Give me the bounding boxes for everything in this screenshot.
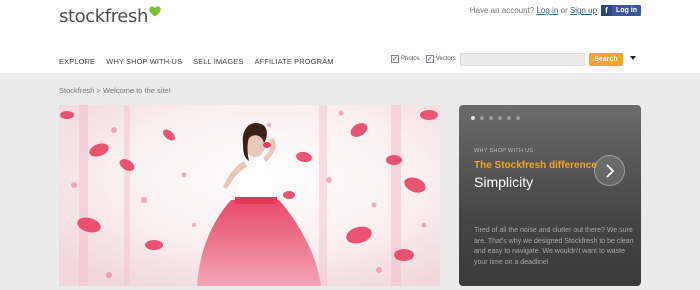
search-input[interactable]	[460, 53, 585, 66]
chevron-down-icon[interactable]	[630, 56, 636, 60]
facebook-icon: f	[601, 5, 612, 16]
vectors-checkbox[interactable]: ✓	[425, 55, 434, 63]
slider-dot[interactable]	[507, 116, 511, 120]
site-header: stockfresh Have an account? Log in or Si…	[0, 0, 700, 73]
nav-why-shop[interactable]: WHY SHOP WITH US	[106, 57, 182, 66]
facebook-login-button[interactable]: f Log in	[601, 5, 641, 16]
slider-dot[interactable]	[480, 116, 484, 120]
slider-dot[interactable]	[498, 116, 502, 120]
hero-image[interactable]	[59, 105, 440, 286]
nav-sell-images[interactable]: SELL IMAGES	[193, 57, 243, 66]
stockfresh-logo[interactable]: stockfresh	[59, 4, 161, 28]
nav-affiliate-program[interactable]: AFFILIATE PROGRAM	[255, 57, 334, 66]
vectors-label: Vectors	[435, 56, 456, 62]
heart-leaf-icon	[149, 6, 161, 16]
breadcrumb: Stockfresh > Welcome to the site!	[59, 86, 171, 95]
slider-dot[interactable]	[489, 116, 493, 120]
nav-explore[interactable]: EXPLORE	[59, 57, 95, 66]
slide-title: Simplicity	[474, 174, 534, 190]
slider-dot[interactable]	[471, 116, 475, 120]
search-button[interactable]: Search	[589, 53, 623, 66]
chevron-right-icon	[605, 163, 614, 178]
hero-illustration	[59, 105, 440, 286]
slide-body: Tired of all the noise and clutter out t…	[474, 227, 634, 266]
signup-link[interactable]: Sign up	[570, 6, 597, 15]
photos-checkbox[interactable]: ✓	[391, 55, 399, 63]
search-filters: ✓ Photos ✓ Vectors	[391, 55, 462, 63]
main-nav: EXPLORE WHY SHOP WITH US SELL IMAGES AFF…	[59, 57, 334, 66]
facebook-login-label: Log in	[616, 7, 637, 14]
slider-next-button[interactable]	[594, 155, 625, 186]
slide-subtitle: The Stockfresh difference	[474, 160, 597, 171]
account-prompt: Have an account?	[469, 6, 535, 15]
slider-dot[interactable]	[516, 116, 520, 120]
login-link[interactable]: Log in	[536, 6, 558, 15]
slider-dots	[471, 116, 520, 120]
account-links: Have an account? Log in or Sign up	[470, 6, 597, 15]
feature-slider: WHY SHOP WITH US The Stockfresh differen…	[459, 105, 641, 286]
photos-label: Photos	[401, 56, 420, 62]
logo-text: stockfresh	[59, 5, 148, 27]
slide-kicker: WHY SHOP WITH US	[474, 148, 534, 154]
or-text: or	[560, 6, 568, 15]
